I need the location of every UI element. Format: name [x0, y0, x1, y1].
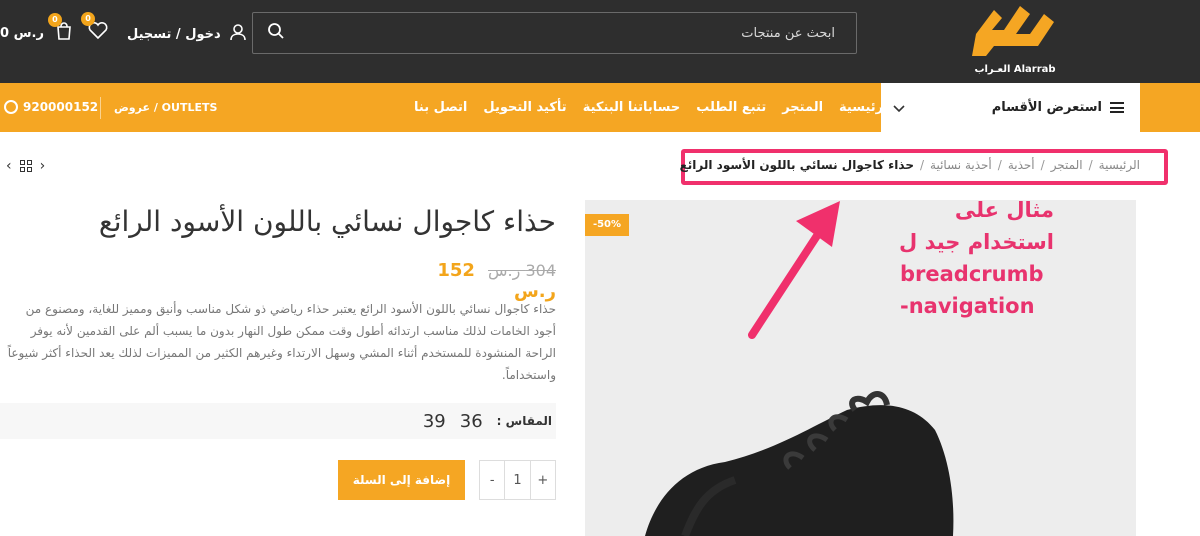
phone-link[interactable]: 920000152 [4, 100, 98, 114]
nav-link-contact[interactable]: اتصل بنا [414, 100, 467, 115]
categories-dropdown[interactable]: استعرض الأقسام [881, 83, 1140, 132]
nav-link-track-order[interactable]: تتبع الطلب [696, 100, 766, 115]
search-bar [252, 12, 857, 54]
nav-link-shop[interactable]: المتجر [782, 100, 823, 115]
search-icon [267, 22, 285, 44]
menu-icon [1110, 102, 1124, 113]
cart-count-badge: 0 [47, 13, 62, 27]
size-option-36[interactable]: 36 [460, 411, 483, 432]
qty-input[interactable]: 1 [504, 461, 531, 499]
wishlist-count-badge: 0 [81, 12, 95, 26]
nav-divider [100, 97, 101, 119]
sale-badge: -50% [585, 214, 629, 236]
whatsapp-icon [4, 100, 18, 114]
chevron-right-icon[interactable]: › [40, 158, 46, 174]
product-title: حذاء كاجوال نسائي باللون الأسود الرائع [98, 205, 556, 238]
search-button[interactable] [253, 13, 299, 53]
logo-text: العـراب Alarrab [974, 64, 1056, 75]
add-to-cart-button[interactable]: إضافة إلى السلة [338, 460, 465, 500]
breadcrumb-item-womens-shoes[interactable]: أحذية نسائية [930, 158, 992, 172]
product-navigation: ‹ › [6, 158, 45, 174]
product-description: حذاء كاجوال نسائي باللون الأسود الرائع ي… [7, 302, 556, 382]
breadcrumb-item-shop[interactable]: المتجر [1051, 158, 1083, 172]
qty-plus-button[interactable]: + [531, 461, 555, 499]
quantity-stepper: - 1 + [479, 460, 556, 500]
annotation-line-3: breadcrumb [900, 262, 1044, 286]
grid-icon[interactable] [19, 160, 32, 172]
login-register-link[interactable]: دخول / تسجيل [127, 23, 255, 45]
breadcrumb: الرئيسية/المتجر/أحذية/أحذية نسائية/حذاء … [679, 158, 1140, 172]
product-price: 304 ر.س 152 ر.س [400, 260, 556, 302]
nav-link-confirm-transfer[interactable]: تأكيد التحويل [483, 100, 566, 115]
login-label: دخول / تسجيل [127, 26, 221, 42]
cart-amount: 0 ر.س [0, 25, 44, 41]
size-option-39[interactable]: 39 [423, 411, 446, 432]
cart-icon: 0 [47, 13, 74, 45]
old-price: 304 ر.س [488, 261, 556, 280]
size-label: المقاس : [496, 414, 552, 428]
nav-links: اتصل بنا تأكيد التحويل حساباتنا البنكية … [414, 100, 893, 115]
user-icon [229, 23, 247, 45]
cart-button[interactable]: 0 ر.س 0 [0, 13, 74, 46]
search-input[interactable] [299, 13, 849, 53]
breadcrumb-item-home[interactable]: الرئيسية [1099, 158, 1140, 172]
size-selector: المقاس : 36 39 [0, 403, 556, 439]
phone-number: 920000152 [23, 100, 99, 114]
wishlist-button[interactable]: 0 [81, 12, 109, 44]
annotation-text: مثال على استخدام جيد ل breadcrumb -navig… [884, 194, 1054, 322]
outlets-link[interactable]: OUTLETS / عروض [114, 101, 217, 114]
categories-label: استعرض الأقسام [991, 100, 1102, 115]
heart-icon: 0 [81, 12, 109, 44]
chevron-left-icon[interactable]: ‹ [6, 158, 12, 174]
annotation-line-2: استخدام جيد ل [899, 230, 1054, 254]
nav-link-bank-accounts[interactable]: حساباتنا البنكية [583, 100, 681, 115]
annotation-arrow [748, 201, 840, 339]
annotation-line-4: -navigation [900, 294, 1035, 318]
annotation-line-1: مثال على [954, 198, 1054, 222]
breadcrumb-current: حذاء كاجوال نسائي باللون الأسود الرائع [679, 158, 914, 172]
breadcrumb-item-shoes[interactable]: أحذية [1008, 158, 1035, 172]
qty-minus-button[interactable]: - [480, 461, 504, 499]
chevron-down-icon [893, 98, 905, 117]
